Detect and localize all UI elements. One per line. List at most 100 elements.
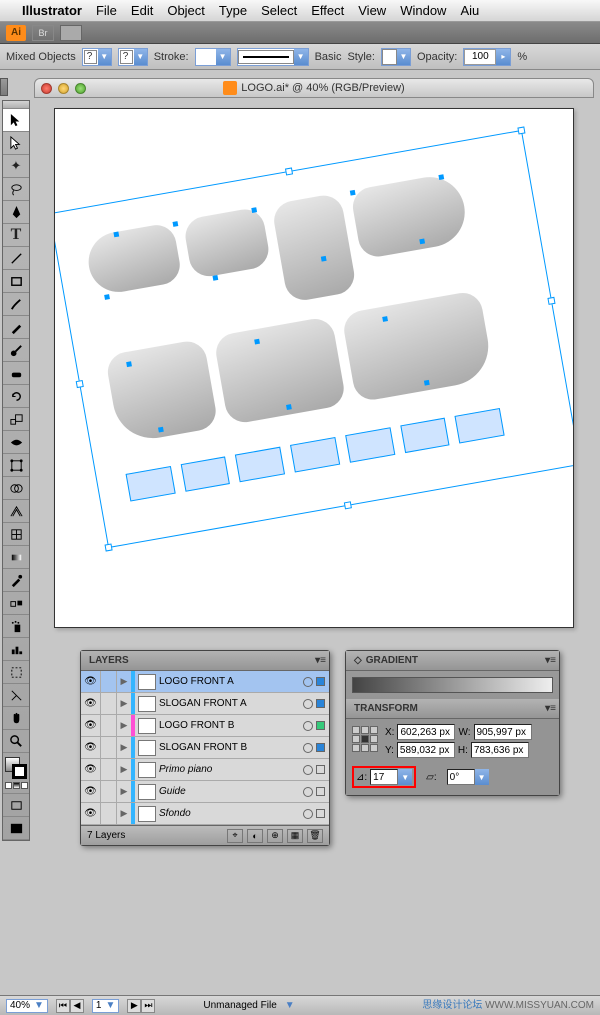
blob-brush-tool[interactable]	[3, 339, 29, 362]
disclosure-triangle-icon[interactable]: ▶	[117, 676, 131, 687]
gradient-preview[interactable]	[352, 677, 553, 693]
screen-mode-normal[interactable]	[3, 794, 29, 817]
transform-menu-icon[interactable]: ▾≡	[545, 703, 556, 714]
layer-name[interactable]: Sfondo	[159, 808, 300, 819]
artboard-nav-fwd[interactable]: ▶⏭	[127, 999, 155, 1013]
layer-row[interactable]: 👁▶Sfondo	[81, 803, 329, 825]
rotate-dropdown[interactable]: ▼	[370, 769, 412, 785]
h-input[interactable]	[471, 742, 529, 758]
stroke-swatch[interactable]	[12, 764, 27, 779]
style-dropdown[interactable]: ▼	[381, 48, 411, 66]
disclosure-triangle-icon[interactable]: ▶	[117, 698, 131, 709]
app-menu[interactable]: Illustrator	[22, 3, 82, 18]
layer-name[interactable]: LOGO FRONT B	[159, 720, 300, 731]
column-graph-tool[interactable]	[3, 638, 29, 661]
target-icon[interactable]	[303, 787, 313, 797]
menu-file[interactable]: File	[96, 3, 117, 18]
zoom-level-dropdown[interactable]: 40%▼	[6, 999, 48, 1013]
scale-tool[interactable]	[3, 408, 29, 431]
artboard-tool[interactable]	[3, 661, 29, 684]
new-sublayer-icon[interactable]: ⊕	[267, 829, 283, 843]
pencil-tool[interactable]	[3, 316, 29, 339]
rotate-input[interactable]	[370, 769, 398, 785]
shear-dropdown[interactable]: ▼	[447, 769, 489, 785]
lock-toggle[interactable]	[101, 715, 117, 736]
visibility-toggle-icon[interactable]: 👁	[81, 671, 101, 692]
lock-toggle[interactable]	[101, 759, 117, 780]
arrange-documents-icon[interactable]	[60, 25, 82, 41]
rotate-tool[interactable]	[3, 385, 29, 408]
x-input[interactable]	[397, 724, 455, 740]
panel-dock-strip[interactable]	[0, 78, 8, 96]
visibility-toggle-icon[interactable]: 👁	[81, 781, 101, 802]
lock-toggle[interactable]	[101, 781, 117, 802]
layer-row[interactable]: 👁 ▶ LOGO FRONT A	[81, 671, 329, 693]
disclosure-triangle-icon[interactable]: ▶	[117, 786, 131, 797]
type-tool[interactable]: T	[3, 224, 29, 247]
menu-help[interactable]: Aiu	[460, 3, 479, 18]
paintbrush-tool[interactable]	[3, 293, 29, 316]
layer-row[interactable]: 👁▶SLOGAN FRONT B	[81, 737, 329, 759]
lock-toggle[interactable]	[101, 737, 117, 758]
y-input[interactable]	[397, 742, 455, 758]
visibility-toggle-icon[interactable]: 👁	[81, 693, 101, 714]
symbol-sprayer-tool[interactable]	[3, 615, 29, 638]
lasso-tool[interactable]	[3, 178, 29, 201]
lock-toggle[interactable]	[101, 803, 117, 824]
free-transform-tool[interactable]	[3, 454, 29, 477]
canvas-area[interactable]	[34, 98, 594, 638]
visibility-toggle-icon[interactable]: 👁	[81, 737, 101, 758]
layers-panel-tab[interactable]: LAYERS ▾≡	[81, 651, 329, 671]
new-layer-icon[interactable]: ▦	[287, 829, 303, 843]
artboard[interactable]	[54, 108, 574, 628]
selected-artwork[interactable]	[54, 130, 574, 548]
brush-dropdown[interactable]: ▼	[237, 48, 309, 66]
blend-tool[interactable]	[3, 592, 29, 615]
minimize-window-button[interactable]	[58, 83, 69, 94]
layer-name[interactable]: LOGO FRONT A	[159, 676, 300, 687]
fill-dropdown[interactable]: ?▼	[82, 48, 112, 66]
eraser-tool[interactable]	[3, 362, 29, 385]
stroke-weight-dropdown[interactable]: ▼	[195, 48, 231, 66]
visibility-toggle-icon[interactable]: 👁	[81, 759, 101, 780]
selection-tool[interactable]	[3, 109, 29, 132]
panel-menu-icon[interactable]: ▾≡	[315, 655, 326, 666]
opacity-input[interactable]	[464, 49, 496, 65]
rectangle-tool[interactable]	[3, 270, 29, 293]
direct-selection-tool[interactable]	[3, 132, 29, 155]
layer-name[interactable]: SLOGAN FRONT B	[159, 742, 300, 753]
disclosure-triangle-icon[interactable]: ▶	[117, 720, 131, 731]
close-window-button[interactable]	[41, 83, 52, 94]
target-icon[interactable]	[303, 699, 313, 709]
locate-object-icon[interactable]: ⌖	[227, 829, 243, 843]
zoom-window-button[interactable]	[75, 83, 86, 94]
gradient-menu-icon[interactable]: ▾≡	[545, 655, 556, 666]
target-icon[interactable]	[303, 809, 313, 819]
gradient-mode-icon[interactable]	[13, 782, 20, 789]
gradient-tool[interactable]	[3, 546, 29, 569]
hand-tool[interactable]	[3, 707, 29, 730]
gradient-panel-tab[interactable]: ◇GRADIENT ▾≡	[346, 651, 559, 671]
line-tool[interactable]	[3, 247, 29, 270]
pen-tool[interactable]	[3, 201, 29, 224]
menu-select[interactable]: Select	[261, 3, 297, 18]
bridge-icon[interactable]: Br	[32, 25, 54, 41]
w-input[interactable]	[474, 724, 532, 740]
reference-point-selector[interactable]	[352, 726, 378, 752]
stroke-weight-input[interactable]	[196, 49, 216, 65]
target-icon[interactable]	[303, 743, 313, 753]
layer-row[interactable]: 👁 ▶ Primo piano	[81, 759, 329, 781]
menu-object[interactable]: Object	[167, 3, 205, 18]
layer-name[interactable]: Primo piano	[159, 764, 300, 775]
visibility-toggle-icon[interactable]: 👁	[81, 803, 101, 824]
menu-window[interactable]: Window	[400, 3, 446, 18]
menu-edit[interactable]: Edit	[131, 3, 153, 18]
color-mode-icon[interactable]	[5, 782, 12, 789]
disclosure-triangle-icon[interactable]: ▶	[117, 764, 131, 775]
eyedropper-tool[interactable]	[3, 569, 29, 592]
fill-stroke-swatch[interactable]	[5, 757, 27, 779]
shape-builder-tool[interactable]	[3, 477, 29, 500]
transform-panel-tab[interactable]: TRANSFORM ▾≡	[346, 699, 559, 719]
width-tool[interactable]	[3, 431, 29, 454]
zoom-tool[interactable]	[3, 730, 29, 753]
